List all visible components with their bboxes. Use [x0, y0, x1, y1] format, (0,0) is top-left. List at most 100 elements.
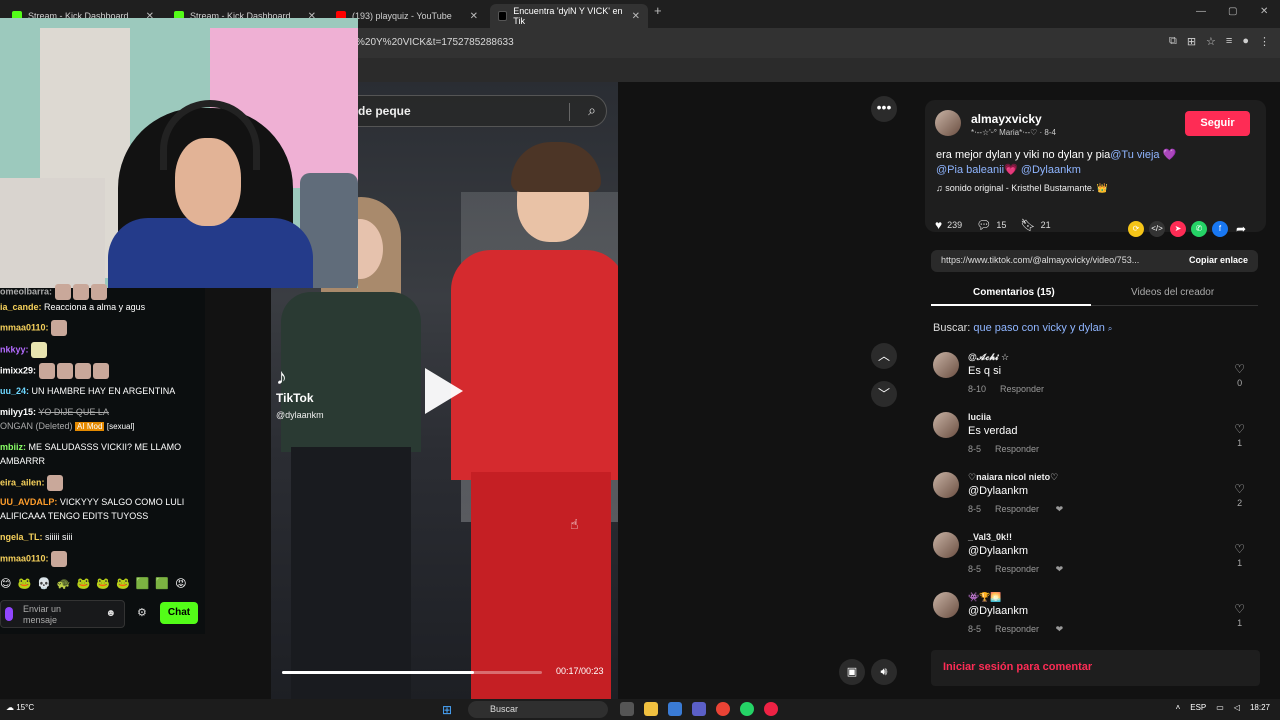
play-icon[interactable] — [425, 368, 463, 414]
emote-icon[interactable]: 🐢 — [57, 577, 71, 590]
emote-icon[interactable]: 😡 — [175, 577, 186, 590]
reply-button[interactable]: Responder — [995, 444, 1039, 454]
previous-video-button[interactable]: ︿ — [871, 343, 897, 369]
tab-comments[interactable]: Comentarios (15) — [973, 287, 1055, 298]
emote-icon[interactable]: 🐸 — [17, 577, 31, 590]
comment-like-button[interactable]: ♡ 2 — [1234, 482, 1245, 508]
emote-icon[interactable]: 💀 — [37, 577, 51, 590]
chat-message: imixx29: — [0, 363, 200, 379]
facebook-icon[interactable]: f — [1212, 221, 1228, 237]
tray-chevron-icon[interactable]: ˄ — [1176, 703, 1181, 712]
send-icon[interactable]: ➤ — [1170, 221, 1186, 237]
maximize-icon[interactable]: ▢ — [1228, 6, 1237, 17]
video-progress-bar[interactable] — [282, 671, 542, 674]
avatar[interactable] — [935, 110, 961, 136]
emote-icon[interactable]: 🟩 — [136, 577, 150, 590]
comment-author[interactable]: _Val3_0k!! — [968, 532, 1012, 542]
chat-message-input[interactable]: Enviar un mensaje ☻ — [0, 600, 125, 628]
reply-button[interactable]: Responder — [995, 564, 1039, 574]
reply-button[interactable]: Responder — [995, 504, 1039, 514]
volume-button[interactable]: 🔊︎ — [871, 659, 897, 685]
comment-like-button[interactable]: ♡ 0 — [1234, 362, 1245, 388]
whatsapp-app-icon[interactable] — [740, 702, 754, 716]
bookmark-star-icon[interactable]: ☆ — [1206, 35, 1216, 48]
minimize-icon[interactable]: — — [1196, 6, 1206, 17]
like-stat[interactable]: ♥ 239 — [935, 218, 962, 232]
comment-author[interactable]: ♡naiara nicol nieto♡ — [968, 472, 1058, 483]
comment-stat[interactable]: 💬︎ 15 — [976, 218, 1006, 232]
sound-link[interactable]: ♫ sonido original - Kristhel Bustamante.… — [936, 183, 1108, 194]
whatsapp-icon[interactable]: ✆ — [1191, 221, 1207, 237]
queue-icon[interactable]: ≡ — [1226, 35, 1232, 48]
emote-icon[interactable]: 🐸 — [116, 577, 130, 590]
copy-link-button[interactable]: Copiar enlace — [1189, 255, 1248, 265]
avatar[interactable] — [933, 412, 959, 438]
comment-author[interactable]: 👾🏆🌅 — [968, 592, 1002, 603]
language-indicator[interactable]: ESP — [1190, 703, 1206, 712]
emoji-icon[interactable]: ☻ — [105, 608, 116, 619]
login-to-comment-button[interactable]: Iniciar sesión para comentar — [931, 650, 1260, 686]
comment-like-button[interactable]: ♡ 1 — [1234, 542, 1245, 568]
comment-text[interactable]: @Dylaankm — [968, 605, 1028, 617]
emote-icon[interactable]: 😊 — [0, 577, 11, 590]
install-icon[interactable]: ⧉ — [1169, 35, 1177, 48]
avatar[interactable] — [933, 532, 959, 558]
mention-link[interactable]: @Dylaankm — [1021, 164, 1081, 176]
embed-icon[interactable]: </> — [1149, 221, 1165, 237]
floating-player-button[interactable]: ▣ — [839, 659, 865, 685]
reply-button[interactable]: Responder — [995, 624, 1039, 634]
comment-author[interactable]: @𝓐𝓬𝓱𝓲 ☆ — [968, 352, 1009, 363]
next-video-button[interactable]: ﹀ — [871, 381, 897, 407]
microphone-icon[interactable] — [5, 607, 13, 621]
chrome-icon[interactable] — [716, 702, 730, 716]
avatar[interactable] — [933, 472, 959, 498]
gear-icon[interactable]: ⚙ — [137, 606, 147, 619]
url-field[interactable]: %20Y%20VICK&t=1752785288633 — [356, 37, 514, 48]
store-icon[interactable] — [668, 702, 682, 716]
avatar[interactable] — [933, 592, 959, 618]
emote-icon[interactable]: 🟩 — [155, 577, 169, 590]
send-chat-button[interactable]: Chat — [160, 602, 198, 624]
post-username[interactable]: almayxvicky — [971, 112, 1042, 126]
profile-icon[interactable]: ● — [1242, 35, 1249, 48]
network-icon[interactable]: ▭ — [1216, 703, 1224, 712]
emote-icon[interactable]: 🐸 — [96, 577, 110, 590]
clock[interactable]: 18:27 — [1250, 703, 1270, 712]
mention-link[interactable]: @Pia baleanii — [936, 164, 1004, 176]
comment-like-button[interactable]: ♡ 1 — [1234, 422, 1245, 448]
video-link[interactable]: https://www.tiktok.com/@almayxvicky/vide… — [941, 255, 1139, 265]
taskview-icon[interactable] — [620, 702, 634, 716]
save-stat[interactable]: 🔖︎ 21 — [1020, 218, 1050, 232]
emote-icon[interactable]: 🐸 — [77, 577, 91, 590]
new-tab-button[interactable]: + — [654, 3, 662, 18]
close-icon[interactable]: ✕ — [470, 11, 478, 22]
repost-icon[interactable]: ⟳ — [1128, 221, 1144, 237]
comment-author[interactable]: luciia — [968, 412, 991, 422]
weather-widget[interactable]: ☁ 15°C — [6, 703, 34, 712]
search-suggestion-link[interactable]: que paso con vicky y dylan — [973, 322, 1104, 334]
teams-icon[interactable] — [692, 702, 706, 716]
file-explorer-icon[interactable] — [644, 702, 658, 716]
windows-start-icon[interactable]: ⊞ — [442, 703, 452, 717]
browser-tab-tiktok[interactable]: Encuentra 'dylN Y VICK' en Tik ✕ — [490, 4, 648, 28]
translate-icon[interactable]: ⊞ — [1187, 35, 1196, 48]
search-suggestion[interactable]: Buscar: que paso con vicky y dylan ⌕ — [933, 322, 1112, 334]
comment-text[interactable]: @Dylaankm — [968, 485, 1028, 497]
share-icon[interactable]: ➦ — [1233, 221, 1249, 237]
reply-button[interactable]: Responder — [1000, 384, 1044, 394]
avatar[interactable] — [933, 352, 959, 378]
taskbar-search[interactable]: Buscar — [468, 701, 608, 718]
chat-message: ia_cande: Reacciona a alma y agus — [0, 302, 146, 312]
menu-icon[interactable]: ⋮ — [1259, 35, 1270, 48]
volume-tray-icon[interactable]: ◁ — [1234, 703, 1240, 712]
comment-like-button[interactable]: ♡ 1 — [1234, 602, 1245, 628]
mention-link[interactable]: @Tu vieja — [1110, 149, 1159, 161]
tab-creator-videos[interactable]: Videos del creador — [1131, 287, 1214, 298]
follow-button[interactable]: Seguir — [1185, 111, 1250, 136]
more-options-button[interactable]: ••• — [871, 96, 897, 122]
search-icon[interactable]: ⌕ — [588, 102, 596, 119]
close-icon[interactable]: ✕ — [632, 11, 640, 22]
comment-text[interactable]: @Dylaankm — [968, 545, 1028, 557]
close-window-icon[interactable]: ✕ — [1260, 6, 1268, 17]
app-icon[interactable] — [764, 702, 778, 716]
